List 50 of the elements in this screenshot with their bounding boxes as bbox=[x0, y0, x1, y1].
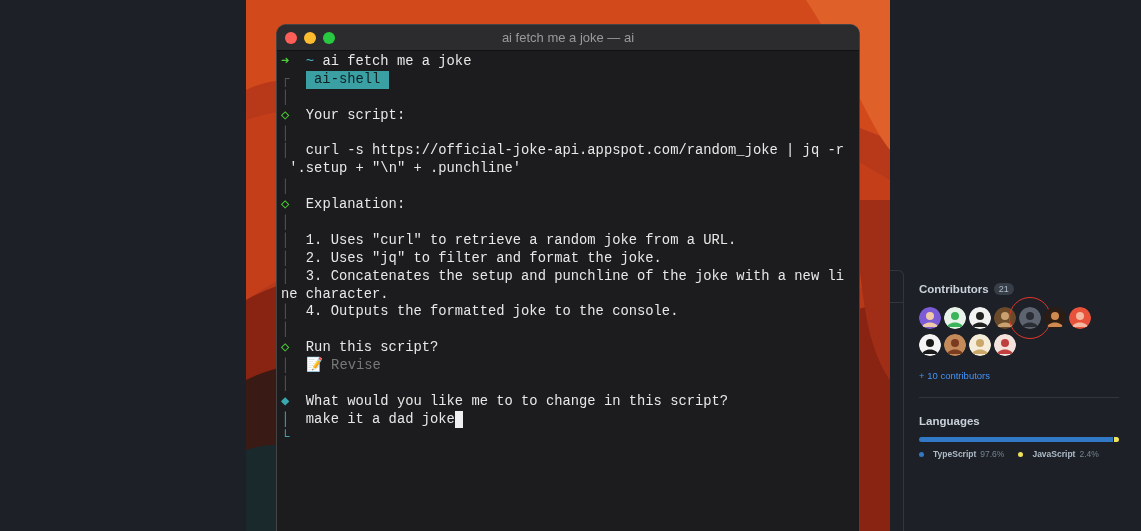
gutter-mark: │ bbox=[281, 178, 291, 197]
gutter-mark: │ bbox=[281, 410, 291, 429]
language-percent: 97.6% bbox=[980, 449, 1005, 459]
gutter-mark: │ bbox=[281, 267, 291, 286]
gutter-mark: │ bbox=[281, 124, 291, 142]
terminal-line: 1. Uses "curl" to retrieve a random joke from a URL. bbox=[305, 231, 737, 250]
minimize-button[interactable] bbox=[304, 31, 316, 44]
terminal-line: ne character. bbox=[281, 285, 389, 303]
terminal-line: Run this script? bbox=[305, 339, 439, 357]
maximize-button[interactable] bbox=[323, 31, 335, 44]
gutter-mark: │ bbox=[281, 214, 291, 232]
terminal-line: Your script: bbox=[305, 106, 406, 125]
gutter-mark: ➜ bbox=[281, 53, 291, 71]
gutter-mark: │ bbox=[281, 303, 291, 321]
gutter-mark: │ bbox=[281, 231, 291, 250]
terminal-line: Explanation: bbox=[305, 196, 406, 214]
gutter-mark: ◇ bbox=[281, 339, 291, 357]
gutter-mark: │ bbox=[281, 249, 291, 268]
gutter-mark: └ bbox=[281, 428, 291, 447]
input-text[interactable]: make it a dad joke bbox=[305, 410, 455, 429]
menu-option[interactable]: 📝 Revise bbox=[305, 357, 381, 376]
prompt-directory: ~ bbox=[305, 53, 315, 71]
text-cursor bbox=[454, 410, 463, 428]
terminal-line: What would you like me to to change in this script? bbox=[305, 392, 729, 411]
count-badge: 21 bbox=[993, 283, 1014, 295]
more-contributors-link[interactable]: + 10 contributors bbox=[919, 370, 991, 381]
terminal-line: '.setup + "\n" + .punchline' bbox=[288, 160, 522, 179]
terminal-line: 3. Concatenates the setup and punchline of the joke with a new li bbox=[305, 267, 844, 286]
gutter-mark: │ bbox=[281, 321, 291, 340]
gutter-mark: ◇ bbox=[281, 106, 291, 125]
window-title: ai fetch me a joke — ai bbox=[501, 30, 635, 45]
section-title: Contributors bbox=[919, 283, 989, 295]
terminal-line: curl -s https://official-joke-api.appspot.com/random_joke | jq -r bbox=[305, 142, 844, 161]
gutter-mark: ◇ bbox=[281, 196, 291, 214]
gutter-mark: │ bbox=[281, 375, 291, 393]
gutter-mark: │ bbox=[281, 88, 291, 107]
language-name[interactable]: JavaScript bbox=[1032, 449, 1076, 459]
close-button[interactable] bbox=[285, 31, 297, 44]
gutter-mark: │ bbox=[281, 357, 291, 375]
language-percent: 2.4% bbox=[1079, 449, 1099, 459]
gutter-mark: ◆ bbox=[281, 392, 291, 411]
gutter-mark: ┌ bbox=[281, 70, 291, 89]
terminal-line: 2. Uses "jq" to filter and format the joke. bbox=[305, 249, 662, 268]
gutter-mark: │ bbox=[281, 142, 291, 161]
memo-icon: 📝 bbox=[305, 358, 323, 374]
app-badge: ai-shell bbox=[305, 70, 389, 89]
language-name[interactable]: TypeScript bbox=[933, 449, 977, 459]
section-title: Languages bbox=[919, 415, 980, 427]
terminal-line: 4. Outputs the formatted joke to the console. bbox=[305, 303, 679, 322]
command-text: ai fetch me a joke bbox=[322, 53, 472, 71]
